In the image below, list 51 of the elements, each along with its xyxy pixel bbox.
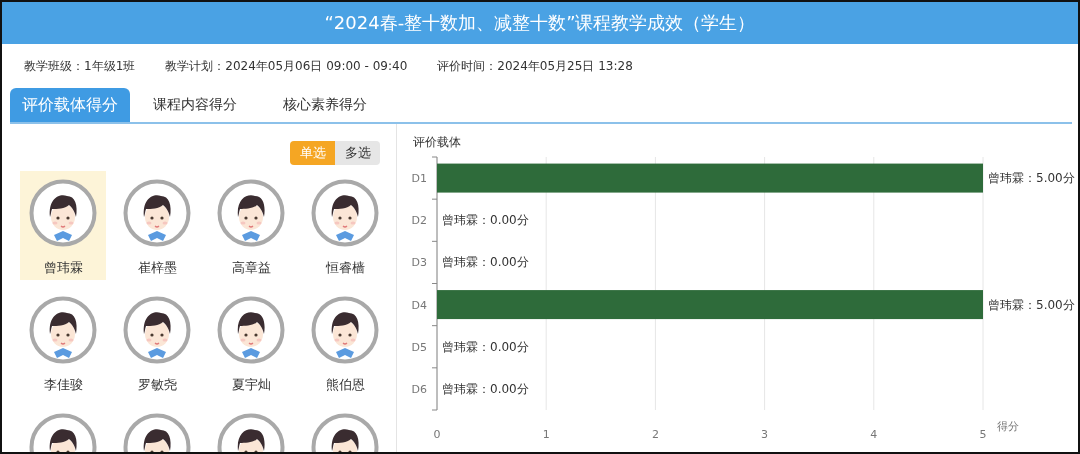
value-label: 曾玮霖：0.00分 <box>442 213 529 228</box>
student-name: 李佳骏 <box>43 376 83 394</box>
value-label: 曾玮霖：0.00分 <box>442 339 529 354</box>
avatar-icon <box>29 179 97 247</box>
tab[interactable]: 核心素养得分 <box>260 88 390 122</box>
category-label: D4 <box>411 298 427 312</box>
category-label: D2 <box>411 214 427 228</box>
axis-title: 得分 <box>997 420 1019 433</box>
category-label: D5 <box>411 340 427 354</box>
tick-label: 0 <box>433 428 441 441</box>
tick-label: 4 <box>870 428 878 441</box>
avatar-icon <box>29 296 97 364</box>
student-card[interactable]: 罗敏尧 <box>114 288 200 397</box>
avatar-icon <box>123 296 191 364</box>
avatar-icon <box>311 296 379 364</box>
student-name: 崔梓墨 <box>137 259 177 277</box>
avatar-icon <box>217 179 285 247</box>
avatar-icon <box>123 179 191 247</box>
category-label: D3 <box>411 256 427 270</box>
student-card[interactable]: 曾玮霖 <box>20 171 106 280</box>
avatar-icon <box>311 179 379 247</box>
tab[interactable]: 课程内容得分 <box>130 88 260 122</box>
student-name: 夏宇灿 <box>231 376 271 394</box>
student-card[interactable]: 熊伯恩 <box>302 288 388 397</box>
window-title: “2024春-整十数加、减整十数”课程教学成效（学生） <box>324 11 756 35</box>
info-text: 教学班级：1年级1班 <box>24 58 136 75</box>
tick-label: 1 <box>542 428 550 441</box>
info-text: 教学计划：2024年05月06日 09:00 - 09:40 <box>165 58 408 75</box>
category-label: D6 <box>411 382 427 396</box>
student-name: 曾玮霖 <box>43 259 83 277</box>
student-card[interactable]: 高章益 <box>208 171 294 280</box>
student-name: 罗敏尧 <box>137 376 177 394</box>
value-label: 曾玮霖：5.00分 <box>988 297 1075 312</box>
avatar-icon <box>217 296 285 364</box>
mode-toggle-button[interactable]: 多选 <box>335 141 380 165</box>
student-name: 熊伯恩 <box>325 376 365 394</box>
tick-label: 5 <box>979 428 987 441</box>
student-card[interactable]: 李佳骏 <box>20 288 106 397</box>
student-card[interactable]: 崔梓墨 <box>114 171 200 280</box>
tick-label: 3 <box>761 428 769 441</box>
value-label: 曾玮霖：0.00分 <box>442 255 529 270</box>
student-name: 恒睿樯 <box>325 259 365 277</box>
chart-title: 评价载体 <box>412 134 462 151</box>
info-text: 评价时间：2024年05月25日 13:28 <box>437 58 633 75</box>
value-label: 曾玮霖：0.00分 <box>442 381 529 396</box>
student-card[interactable]: 夏宇灿 <box>208 288 294 397</box>
category-label: D1 <box>411 172 427 186</box>
student-card[interactable]: 恒睿樯 <box>302 171 388 280</box>
tick-label: 2 <box>651 428 659 441</box>
student-name: 高章益 <box>231 259 271 277</box>
value-label: 曾玮霖：5.00分 <box>988 171 1075 186</box>
